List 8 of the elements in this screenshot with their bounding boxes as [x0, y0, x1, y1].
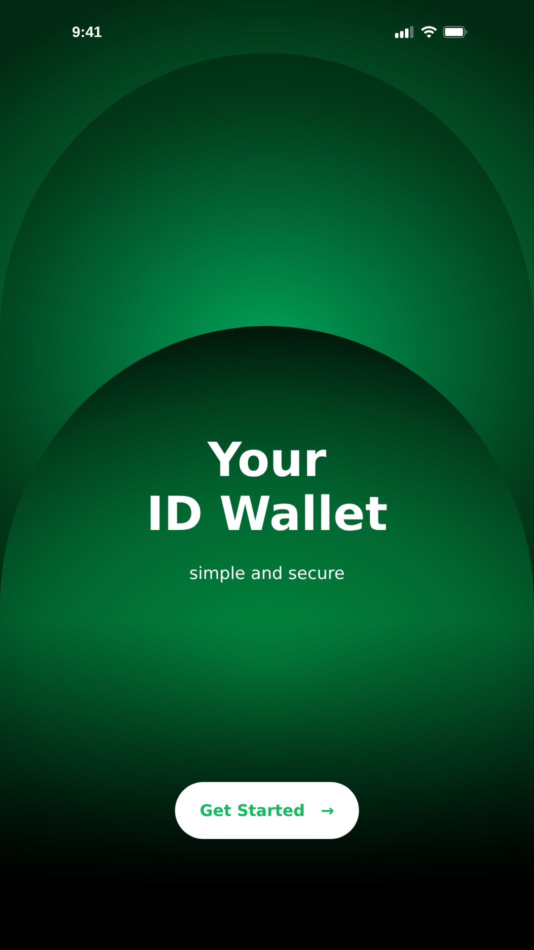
tagline: simple and secure [189, 564, 345, 584]
status-time: 9:41 [72, 24, 102, 40]
get-started-button[interactable]: Get Started → [175, 782, 359, 839]
battery-icon [443, 26, 468, 38]
wifi-icon [421, 26, 437, 38]
signal-icon [395, 26, 415, 38]
arrow-icon: → [320, 801, 334, 820]
app-title: Your ID Wallet [146, 434, 388, 542]
